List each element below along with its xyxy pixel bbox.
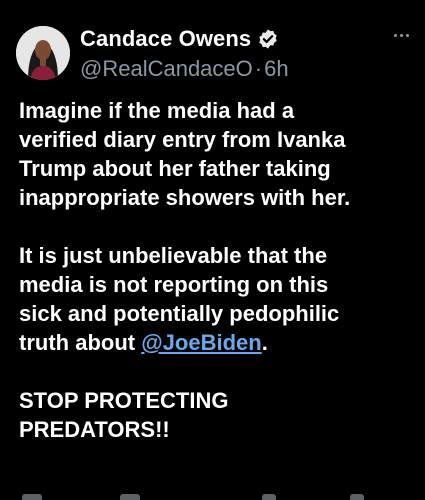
- avatar-image: [16, 26, 70, 80]
- tweet-text: Imagine if the media had a verified diar…: [19, 96, 419, 473]
- tweet-header: Candace Owens @RealCandaceO · 6h: [80, 24, 385, 82]
- tweet-paragraph-2-end: .: [261, 330, 268, 355]
- tweet[interactable]: Candace Owens @RealCandaceO · 6h Imagine…: [0, 0, 425, 500]
- name-row: Candace Owens: [80, 24, 385, 54]
- verified-badge-icon: [257, 28, 279, 50]
- action-bar-partial: [0, 488, 425, 500]
- like-icon[interactable]: [262, 494, 276, 500]
- tweet-paragraph-1: Imagine if the media had a verified diar…: [19, 98, 351, 210]
- more-options-icon[interactable]: [394, 34, 409, 37]
- author-handle[interactable]: @RealCandaceO: [80, 56, 253, 82]
- avatar[interactable]: [16, 26, 70, 80]
- mention-link[interactable]: @JoeBiden: [141, 330, 261, 355]
- tweet-paragraph-3: STOP PROTECTING PREDATORS!!: [19, 388, 229, 442]
- separator-dot: ·: [254, 56, 263, 81]
- tweet-paragraph-2: It is just unbelievable that the media i…: [19, 241, 419, 357]
- reply-icon[interactable]: [22, 494, 42, 500]
- author-display-name[interactable]: Candace Owens: [80, 26, 251, 52]
- views-icon[interactable]: [350, 494, 364, 500]
- handle-row: @RealCandaceO · 6h: [80, 56, 385, 82]
- repost-icon[interactable]: [120, 494, 140, 500]
- tweet-timestamp[interactable]: 6h: [264, 56, 288, 82]
